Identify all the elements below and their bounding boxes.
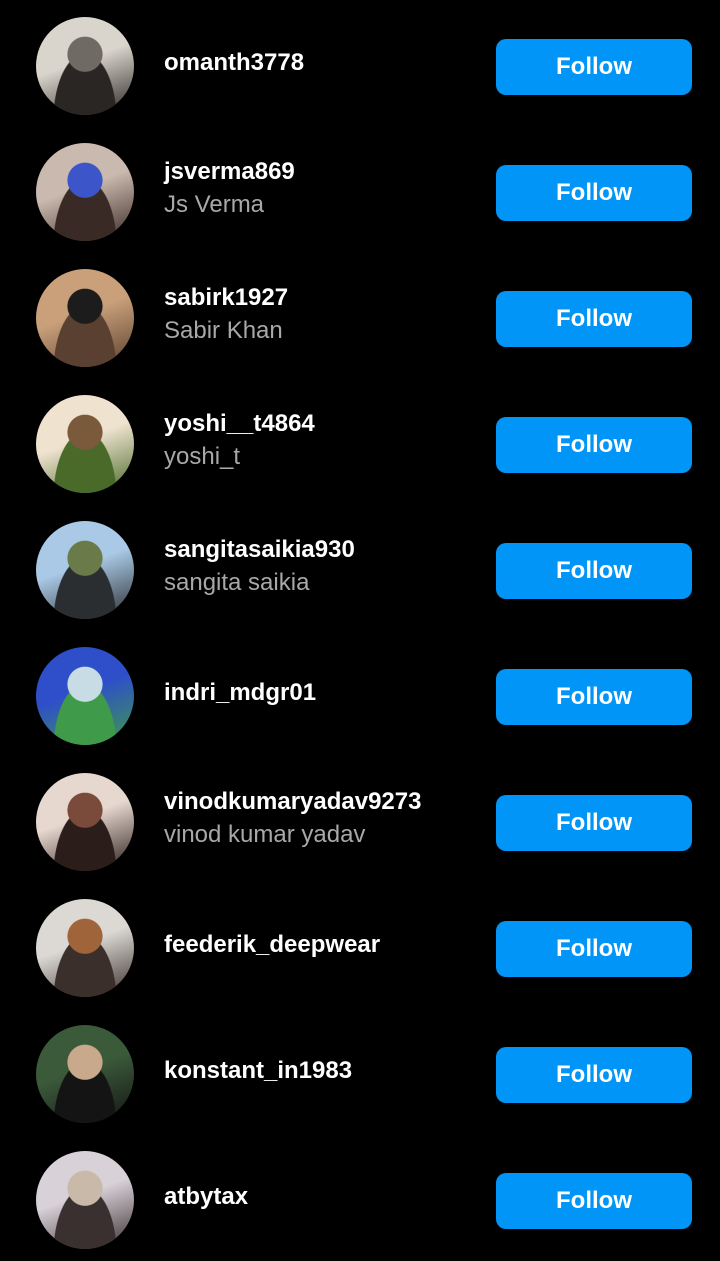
user-info[interactable]: jsverma869 Js Verma [164, 126, 474, 252]
user-info[interactable]: vinodkumaryadav9273 vinod kumar yadav [164, 756, 474, 882]
user-row-vinodkumaryadav9273[interactable]: vinodkumaryadav9273 vinod kumar yadav Fo… [0, 756, 720, 882]
user-row-sabirk1927[interactable]: sabirk1927 Sabir Khan Follow [0, 252, 720, 378]
follow-button[interactable]: Follow [496, 669, 692, 725]
profile-photo-woman-autumn [36, 899, 134, 997]
username: sangitasaikia930 [164, 536, 355, 563]
full-name: Js Verma [164, 191, 265, 218]
user-row-yoshi__t4864[interactable]: yoshi__t4864 yoshi_t Follow [0, 378, 720, 504]
user-info[interactable]: konstant_in1983 [164, 1008, 474, 1134]
follow-button[interactable]: Follow [496, 1173, 692, 1229]
profile-photo-woman-eating [36, 773, 134, 871]
full-name: Sabir Khan [164, 317, 283, 344]
user-row-indri_mdgr01[interactable]: indri_mdgr01 Follow [0, 630, 720, 756]
profile-photo-man-outdoors [36, 521, 134, 619]
follow-button[interactable]: Follow [496, 291, 692, 347]
avatar[interactable] [36, 647, 134, 745]
full-name: yoshi_t [164, 443, 241, 470]
avatar[interactable] [36, 395, 134, 493]
avatar[interactable] [36, 17, 134, 115]
avatar[interactable] [36, 1025, 134, 1123]
avatar[interactable] [36, 521, 134, 619]
profile-photo-collage [36, 647, 134, 745]
username: omanth3778 [164, 49, 305, 76]
user-row-konstant_in1983[interactable]: konstant_in1983 Follow [0, 1008, 720, 1134]
username: jsverma869 [164, 158, 295, 185]
username: atbytax [164, 1183, 249, 1210]
full-name: sangita saikia [164, 569, 310, 596]
user-row-feederik_deepwear[interactable]: feederik_deepwear Follow [0, 882, 720, 1008]
full-name: vinod kumar yadav [164, 821, 366, 848]
follow-button[interactable]: Follow [496, 1047, 692, 1103]
follow-button[interactable]: Follow [496, 165, 692, 221]
avatar[interactable] [36, 269, 134, 367]
profile-photo-tiki-figurine [36, 395, 134, 493]
avatar[interactable] [36, 143, 134, 241]
username: konstant_in1983 [164, 1057, 353, 1084]
suggested-users-list: omanth3778 Follow jsverma869 Js Verma Fo… [0, 0, 720, 1261]
profile-photo-woman-blue-top [36, 143, 134, 241]
follow-button[interactable]: Follow [496, 417, 692, 473]
username: sabirk1927 [164, 284, 289, 311]
user-info[interactable]: atbytax [164, 1134, 474, 1260]
avatar[interactable] [36, 773, 134, 871]
username: vinodkumaryadav9273 [164, 788, 422, 815]
user-info[interactable]: sangitasaikia930 sangita saikia [164, 504, 474, 630]
follow-button[interactable]: Follow [496, 921, 692, 977]
user-info[interactable]: omanth3778 [164, 0, 474, 126]
username: yoshi__t4864 [164, 410, 315, 437]
profile-photo-couple-night [36, 1025, 134, 1123]
user-row-omanth3778[interactable]: omanth3778 Follow [0, 0, 720, 126]
profile-photo-light-figure [36, 1151, 134, 1249]
follow-button[interactable]: Follow [496, 795, 692, 851]
user-info[interactable]: sabirk1927 Sabir Khan [164, 252, 474, 378]
follow-button[interactable]: Follow [496, 39, 692, 95]
username: indri_mdgr01 [164, 679, 317, 706]
follow-button[interactable]: Follow [496, 543, 692, 599]
user-row-jsverma869[interactable]: jsverma869 Js Verma Follow [0, 126, 720, 252]
profile-photo-man-black-shirt [36, 269, 134, 367]
user-row-atbytax[interactable]: atbytax Follow [0, 1134, 720, 1260]
avatar[interactable] [36, 899, 134, 997]
avatar[interactable] [36, 1151, 134, 1249]
user-info[interactable]: yoshi__t4864 yoshi_t [164, 378, 474, 504]
user-row-sangitasaikia930[interactable]: sangitasaikia930 sangita saikia Follow [0, 504, 720, 630]
username: feederik_deepwear [164, 931, 381, 958]
profile-photo-street [36, 17, 134, 115]
user-info[interactable]: feederik_deepwear [164, 882, 474, 1008]
user-info[interactable]: indri_mdgr01 [164, 630, 474, 756]
